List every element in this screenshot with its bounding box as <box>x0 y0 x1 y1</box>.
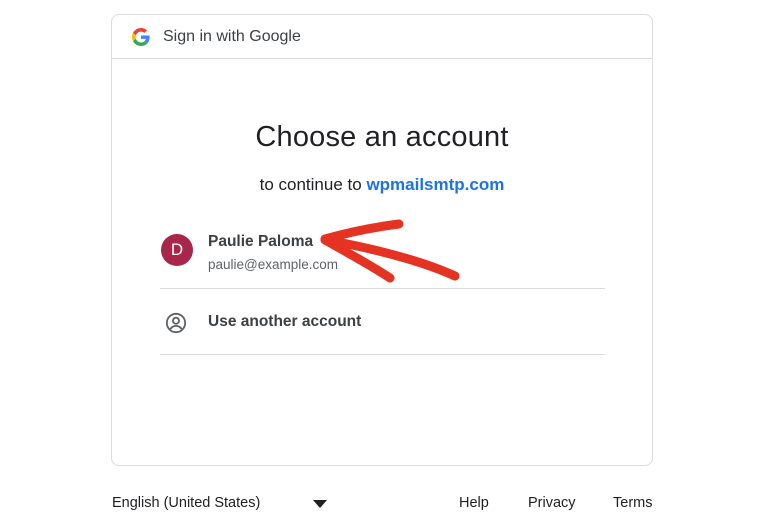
header-title: Sign in with Google <box>163 27 301 45</box>
account-email: paulie@example.com <box>208 257 339 272</box>
page-title: Choose an account <box>255 121 509 153</box>
terms-link[interactable]: Terms <box>613 495 652 511</box>
subtitle-prefix: to continue to <box>259 175 362 194</box>
account-name: Paulie Paloma <box>208 233 314 250</box>
help-link[interactable]: Help <box>459 495 489 511</box>
use-another-account-button[interactable]: Use another account <box>160 289 605 355</box>
sign-in-card: Sign in with Google Choose an account to… <box>111 14 653 466</box>
account-item[interactable]: D Paulie Paloma paulie@example.com <box>160 225 605 289</box>
card-header: Sign in with Google <box>112 15 652 59</box>
use-another-account-label: Use another account <box>208 313 362 330</box>
caret-down-icon[interactable] <box>313 500 327 508</box>
subtitle: to continue to wpmailsmtp.com <box>112 175 652 195</box>
site-link[interactable]: wpmailsmtp.com <box>366 175 504 194</box>
avatar: D <box>161 234 193 266</box>
google-g-logo-icon <box>132 27 150 46</box>
language-label: English (United States) <box>112 495 261 511</box>
person-circle-icon <box>165 312 187 334</box>
language-selector[interactable]: English (United States) <box>112 495 260 511</box>
privacy-link[interactable]: Privacy <box>528 495 576 511</box>
